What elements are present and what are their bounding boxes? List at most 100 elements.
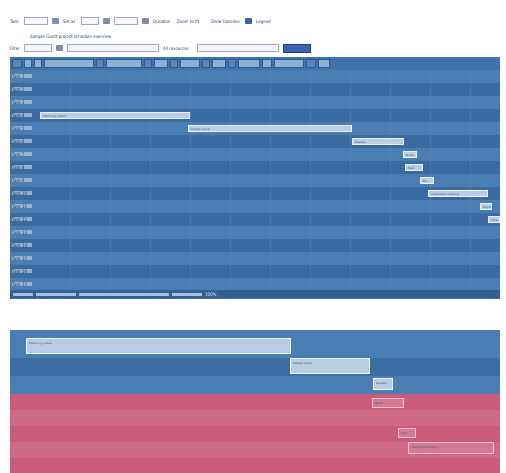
toolbar-button[interactable]: [154, 59, 168, 68]
menu-task[interactable]: Task: [10, 19, 20, 24]
legend-icon[interactable]: [245, 18, 252, 24]
row-label: Task 17: [12, 282, 32, 287]
table-row[interactable]: Task 15: [10, 252, 500, 265]
gantt-bar[interactable]: Deploy: [480, 203, 494, 210]
table-row[interactable]: Task 16: [10, 265, 500, 278]
gantt-chart[interactable]: Task 1 Task 2 Task 3 Task 4 Task 5 Task …: [10, 70, 500, 299]
table-row[interactable]: Task 10: [10, 187, 500, 200]
toolbar-button[interactable]: [306, 59, 316, 68]
zoom-row[interactable]: [10, 410, 500, 426]
toolbar-dropdown[interactable]: [106, 59, 142, 68]
duration-icon[interactable]: [142, 18, 149, 24]
apply-button[interactable]: [283, 43, 311, 53]
toolbar-button[interactable]: [180, 59, 200, 68]
gantt-bar[interactable]: Planning phase: [40, 112, 190, 119]
grid-line: [350, 70, 351, 299]
dependency-field[interactable]: [81, 17, 99, 25]
gantt-bar[interactable]: Close: [488, 216, 500, 223]
zoom-row[interactable]: [10, 394, 500, 410]
resources-select[interactable]: [197, 44, 279, 52]
toolbar-dropdown[interactable]: [44, 59, 94, 68]
table-row[interactable]: Task 12: [10, 213, 500, 226]
toolbar-button[interactable]: [212, 59, 226, 68]
table-row[interactable]: Task 14: [10, 239, 500, 252]
row-label: Task 5: [12, 126, 32, 131]
show-baseline-link[interactable]: Show baseline: [211, 19, 241, 24]
gantt-bar[interactable]: Integration testing: [428, 190, 488, 197]
zoom-gantt-bar[interactable]: Planning phase: [26, 338, 291, 354]
task-name-field[interactable]: [67, 44, 159, 52]
lag-field[interactable]: [114, 17, 138, 25]
zoom-gantt-bar[interactable]: Build: [372, 398, 404, 408]
grid-line: [390, 70, 391, 299]
table-row[interactable]: Task 3: [10, 96, 500, 109]
milestone-icon[interactable]: [103, 18, 110, 24]
table-row[interactable]: Task 11: [10, 200, 500, 213]
toolbar-button[interactable]: [170, 59, 178, 68]
toolbar-button[interactable]: [228, 59, 236, 68]
zoom-row[interactable]: [10, 358, 500, 376]
gantt-bar[interactable]: Design work: [188, 125, 352, 132]
filter-field[interactable]: [24, 44, 52, 52]
toolbar-button[interactable]: [318, 59, 330, 68]
zoomed-detail-panel: Planning phase Design work Review Build …: [10, 330, 500, 473]
grid-line: [270, 70, 271, 299]
toolbar-button[interactable]: [24, 59, 32, 68]
bar-label: Fix: [423, 179, 428, 183]
zoom-row[interactable]: [10, 426, 500, 442]
zoom-gantt-bar[interactable]: Integration testing: [408, 442, 494, 454]
bar-label: Close: [491, 218, 500, 222]
project-title: Sample Gantt project schedule overview: [30, 33, 112, 39]
bar-label: Test: [401, 431, 407, 435]
table-row[interactable]: Task 7: [10, 148, 500, 161]
toolbar-button[interactable]: [262, 59, 272, 68]
zoom-to-fit-link[interactable]: Zoom to fit: [177, 19, 207, 24]
scheduling-icon[interactable]: [52, 18, 59, 24]
scheduling-field[interactable]: [24, 17, 48, 25]
toolbar-button[interactable]: [144, 59, 152, 68]
toolbar-button[interactable]: [34, 59, 42, 68]
toolbar-button[interactable]: [202, 59, 210, 68]
toolbar-dropdown[interactable]: [274, 59, 304, 68]
filter-row: Filter All resources: [10, 43, 500, 53]
gantt-bar[interactable]: Review: [352, 138, 404, 145]
bar-label: Review: [355, 140, 366, 144]
menu-duration[interactable]: Duration: [153, 19, 173, 24]
top-menu-row: Task Set as Duration Zoom to fit Show ba…: [10, 16, 500, 26]
row-label: Task 14: [12, 243, 32, 248]
menu-set-as[interactable]: Set as: [63, 19, 77, 24]
grid-line: [110, 70, 111, 299]
table-row[interactable]: Task 2: [10, 83, 500, 96]
row-label: Task 9: [12, 178, 32, 183]
toolbar-button[interactable]: [96, 59, 104, 68]
grid-line: [430, 70, 431, 299]
gantt-bar[interactable]: Test: [405, 164, 423, 171]
bar-label: Build: [375, 401, 383, 405]
table-row[interactable]: Task 8: [10, 161, 500, 174]
row-label: Task 13: [12, 230, 32, 235]
row-label: Task 15: [12, 256, 32, 261]
resources-label: All resources: [163, 45, 189, 51]
gantt-bar[interactable]: Fix: [420, 177, 434, 184]
table-row[interactable]: Task 6: [10, 135, 500, 148]
grid-line: [150, 70, 151, 299]
zoom-gantt-bar[interactable]: Design work: [290, 358, 370, 374]
zoom-gantt-bar[interactable]: Review: [373, 378, 393, 390]
zoom-row[interactable]: [10, 458, 500, 473]
legend-label[interactable]: Legend: [256, 19, 274, 24]
horizontal-scrollbar[interactable]: [79, 292, 169, 296]
gantt-bar[interactable]: Build: [403, 151, 417, 158]
filter-icon[interactable]: [56, 45, 63, 51]
toolbar-button[interactable]: [238, 59, 260, 68]
toolbar-button[interactable]: [12, 59, 22, 68]
table-row[interactable]: Task 13: [10, 226, 500, 239]
status-item: [36, 292, 76, 296]
status-zoom: [172, 292, 202, 296]
row-label: Task 1: [12, 74, 32, 79]
bar-label: Build: [406, 153, 414, 157]
zoom-row[interactable]: [10, 376, 500, 394]
status-item: [13, 292, 33, 296]
zoom-gantt-bar[interactable]: Test: [398, 428, 416, 438]
table-row[interactable]: Task 1: [10, 70, 500, 83]
row-label: Task 8: [12, 165, 32, 170]
